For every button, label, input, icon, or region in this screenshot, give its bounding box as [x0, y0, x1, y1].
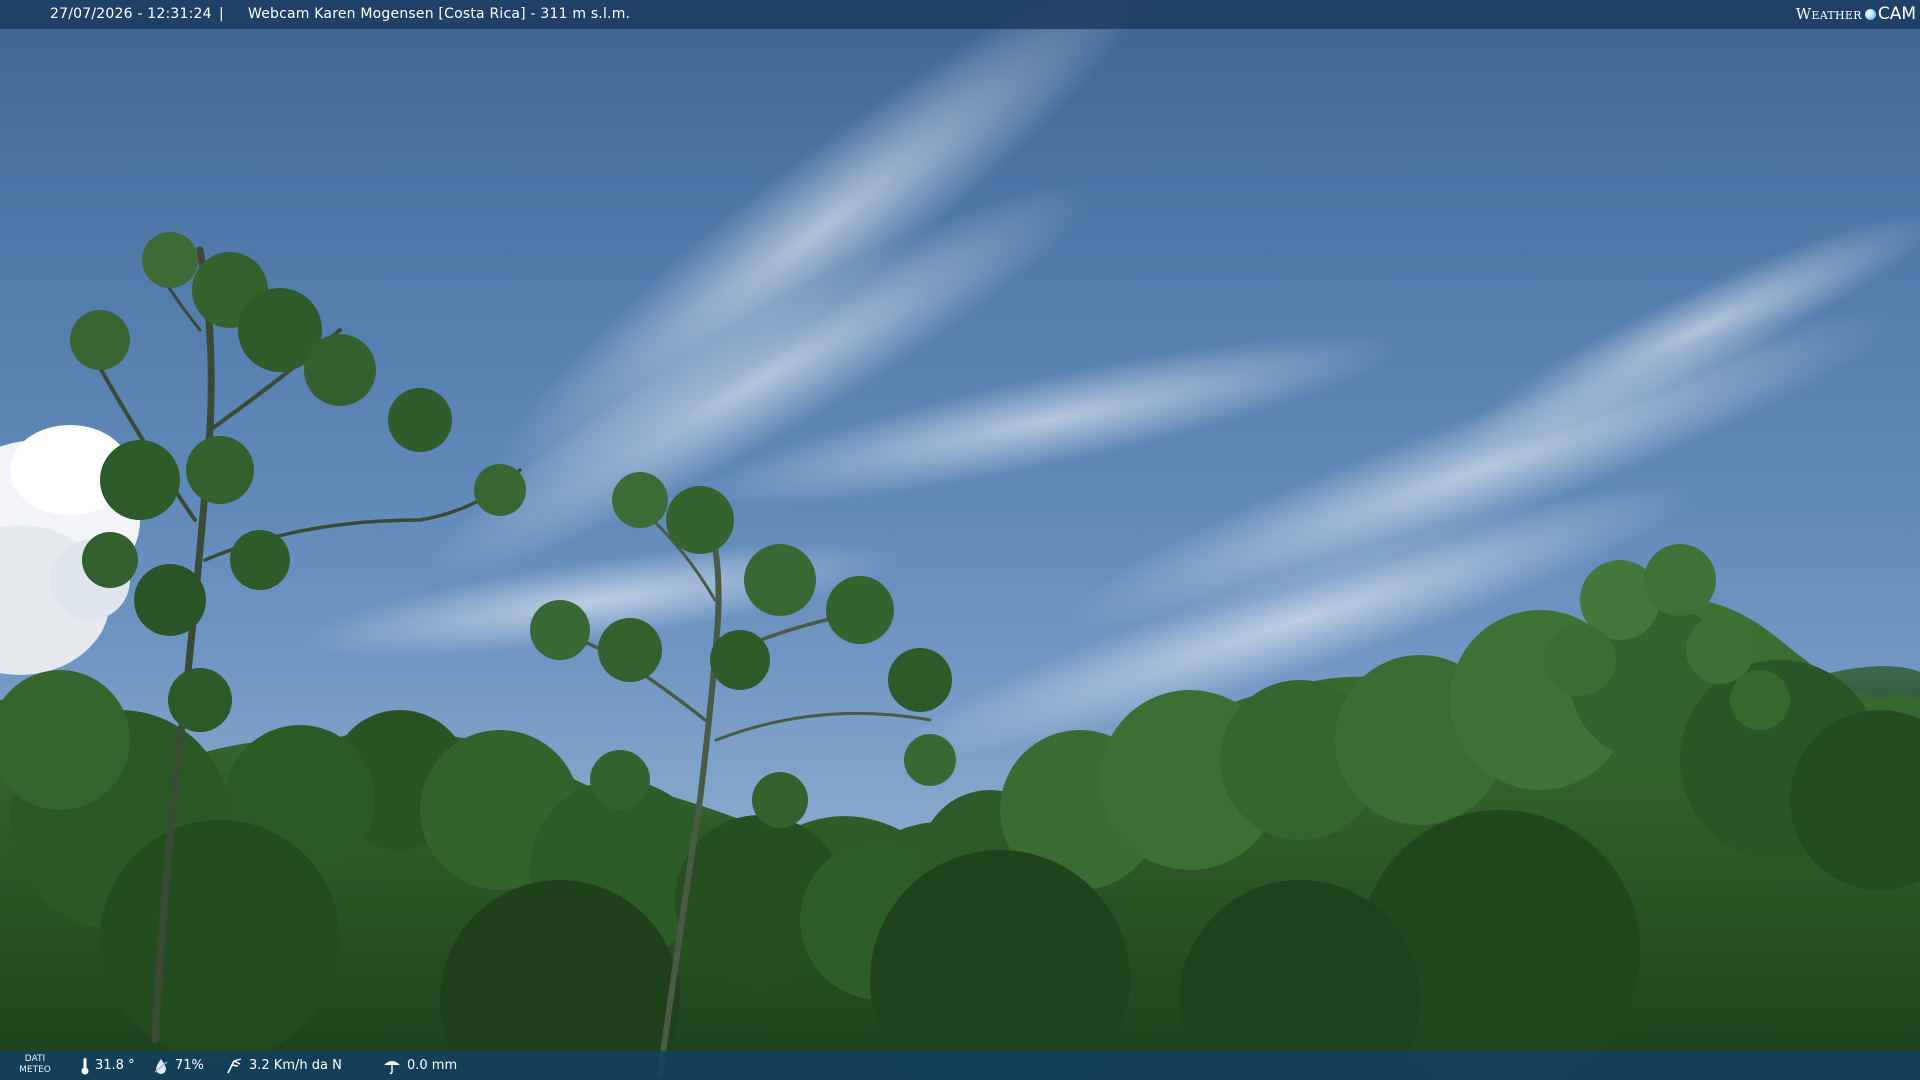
weather-data-label-line2: METEO — [19, 1065, 51, 1075]
humidity-value: 71% — [175, 1058, 204, 1073]
wind-value: 3.2 Km/h da N — [249, 1058, 342, 1073]
logo-text-weather: Weather — [1795, 5, 1862, 23]
rain-reading: 0.0 mm — [382, 1051, 457, 1080]
tall-tree-left-leaves — [70, 232, 526, 732]
temperature-value: 31.8 ° — [95, 1058, 135, 1073]
wind-reading: 3.2 Km/h da N — [224, 1051, 342, 1080]
top-info-bar: 27/07/2026 - 12:31:24 | Webcam Karen Mog… — [0, 0, 1920, 29]
temperature-reading: 31.8 ° — [80, 1051, 135, 1080]
logo-text-cam: CAM — [1877, 4, 1916, 24]
forest-canopy — [0, 598, 1920, 1080]
timestamp: 27/07/2026 - 12:31:24 — [50, 6, 212, 22]
weather-data-label-line1: DATI — [24, 1054, 46, 1064]
thermometer-icon — [81, 1057, 89, 1074]
wind-icon — [227, 1057, 242, 1073]
webcam-title: Webcam Karen Mogensen [Costa Rica] - 311… — [248, 6, 631, 22]
weather-data-bar: DATI METEO 31.8 ° 71% 3.2 Km/h da N 0.0 … — [0, 1051, 1920, 1080]
weather-data-label: DATI METEO — [16, 1054, 54, 1076]
rain-gauge-icon — [384, 1060, 400, 1074]
logo-globe-icon — [1864, 9, 1876, 20]
humidity-drop-icon — [154, 1058, 168, 1074]
webcam-image — [0, 0, 1920, 1080]
humidity-reading: 71% — [152, 1051, 204, 1080]
header-separator: | — [219, 6, 224, 22]
webcam-view: 27/07/2026 - 12:31:24 | Webcam Karen Mog… — [0, 0, 1920, 1080]
weathercam-logo: Weather CAM — [1796, 0, 1916, 29]
rain-value: 0.0 mm — [407, 1058, 458, 1073]
